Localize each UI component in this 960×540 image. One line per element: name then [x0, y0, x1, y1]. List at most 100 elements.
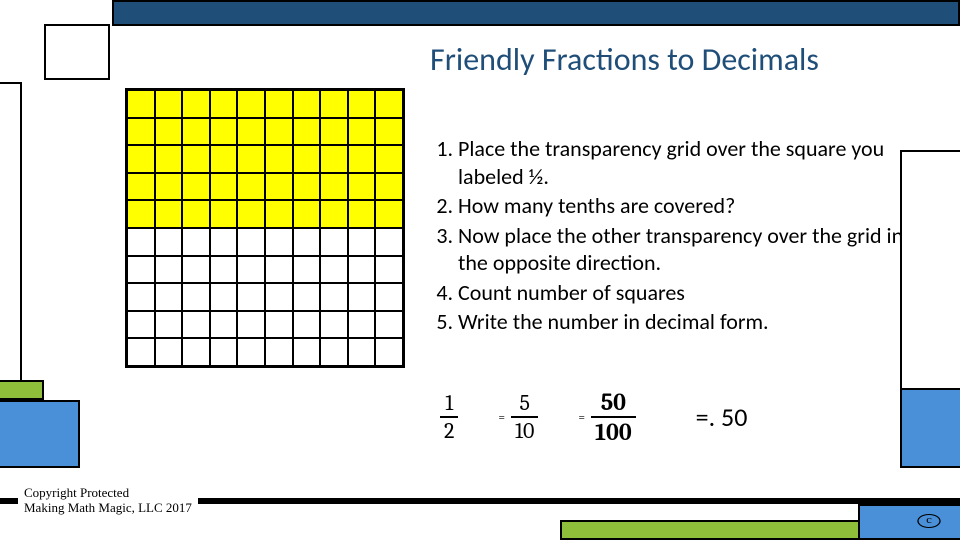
- decor-left-green: [0, 380, 44, 400]
- grid-cell: [348, 311, 376, 339]
- grid-cell: [127, 228, 155, 256]
- grid-cell: [265, 311, 293, 339]
- page-title: Friendly Fractions to Decimals: [430, 40, 819, 79]
- grid-cell: [127, 200, 155, 228]
- grid-cell: [210, 90, 238, 118]
- grid-cell: [265, 283, 293, 311]
- equals-1: =: [498, 410, 505, 424]
- fraction-2: 5 10: [511, 392, 538, 442]
- grid-cell: [155, 283, 183, 311]
- grid-cell: [265, 338, 293, 366]
- grid-cell: [155, 200, 183, 228]
- instruction-step: Now place the other transparency over th…: [458, 222, 912, 277]
- grid-cell: [127, 118, 155, 146]
- grid-cell: [293, 228, 321, 256]
- grid-cell: [237, 256, 265, 284]
- grid-cell: [237, 283, 265, 311]
- grid-cell: [293, 173, 321, 201]
- grid-cell: [265, 145, 293, 173]
- grid-cell: [293, 200, 321, 228]
- grid-cell: [375, 118, 403, 146]
- grid-cell: [293, 256, 321, 284]
- fraction-2-group: = 5 10: [498, 392, 538, 442]
- grid-cell: [320, 118, 348, 146]
- fraction-1-num: 1: [441, 392, 457, 416]
- grid-cell: [293, 90, 321, 118]
- grid-cell: [237, 311, 265, 339]
- grid-cell: [320, 173, 348, 201]
- grid-cell: [182, 283, 210, 311]
- grid-cell: [155, 338, 183, 366]
- grid-cell: [210, 311, 238, 339]
- grid-cell: [127, 311, 155, 339]
- grid-cell: [348, 256, 376, 284]
- grid-cell: [265, 118, 293, 146]
- grid-cell: [348, 90, 376, 118]
- grid-cell: [348, 118, 376, 146]
- copyright-text: Copyright Protected Making Math Magic, L…: [18, 484, 198, 518]
- grid-cell: [375, 256, 403, 284]
- grid-cell: [127, 145, 155, 173]
- grid-cell: [293, 311, 321, 339]
- grid-cell: [155, 311, 183, 339]
- grid-cell: [265, 173, 293, 201]
- grid-cell: [375, 283, 403, 311]
- grid-cell: [348, 145, 376, 173]
- grid-cell: [210, 200, 238, 228]
- grid-cell: [210, 118, 238, 146]
- grid-cell: [155, 256, 183, 284]
- instruction-step: Place the transparency grid over the squ…: [458, 135, 912, 190]
- fraction-1-den: 2: [440, 416, 458, 442]
- grid-cell: [348, 283, 376, 311]
- copyright-line-1: Copyright Protected: [24, 486, 192, 501]
- grid-cell: [320, 283, 348, 311]
- fraction-2-num: 5: [515, 392, 533, 416]
- grid-cell: [182, 145, 210, 173]
- equals-2: =: [578, 410, 585, 424]
- grid-cell: [127, 173, 155, 201]
- grid-cell: [155, 173, 183, 201]
- grid-cell: [155, 145, 183, 173]
- grid-cell: [293, 118, 321, 146]
- grid-cell: [348, 338, 376, 366]
- grid-cell: [375, 200, 403, 228]
- grid-cell: [348, 228, 376, 256]
- fraction-3: 50 100: [591, 390, 636, 444]
- grid-cell: [320, 256, 348, 284]
- grid-cell: [375, 338, 403, 366]
- grid-cell: [320, 90, 348, 118]
- fraction-3-den: 100: [591, 416, 636, 444]
- decimal-result: =. 50: [696, 401, 748, 433]
- grid-cell: [237, 200, 265, 228]
- copyright-icon: c: [917, 514, 940, 528]
- grid-cell: [182, 338, 210, 366]
- grid-cell: [182, 256, 210, 284]
- fraction-3-group: = 50 100: [578, 390, 635, 444]
- decor-top-blue-bar: [112, 0, 960, 26]
- grid-cell: [127, 90, 155, 118]
- grid-cell: [293, 145, 321, 173]
- grid-cell: [320, 145, 348, 173]
- grid-cell: [375, 145, 403, 173]
- grid-cell: [265, 90, 293, 118]
- grid-cell: [265, 200, 293, 228]
- decor-right-blue: [900, 388, 960, 468]
- grid-cell: [155, 118, 183, 146]
- grid-cell: [265, 256, 293, 284]
- instruction-step: Write the number in decimal form.: [458, 308, 912, 336]
- grid-cell: [237, 228, 265, 256]
- fraction-3-num: 50: [597, 390, 630, 416]
- instruction-step: How many tenths are covered?: [458, 192, 912, 220]
- grid-cell: [237, 118, 265, 146]
- grid-cell: [375, 90, 403, 118]
- grid-cell: [127, 338, 155, 366]
- decor-bottom-blue: [858, 504, 960, 540]
- grid-cell: [237, 90, 265, 118]
- grid-cell: [293, 283, 321, 311]
- grid-cell: [210, 228, 238, 256]
- decor-left-blue: [0, 400, 80, 468]
- grid-cell: [320, 228, 348, 256]
- decor-bottom-green: [560, 520, 860, 540]
- grid-cell: [182, 200, 210, 228]
- grid-cell: [127, 283, 155, 311]
